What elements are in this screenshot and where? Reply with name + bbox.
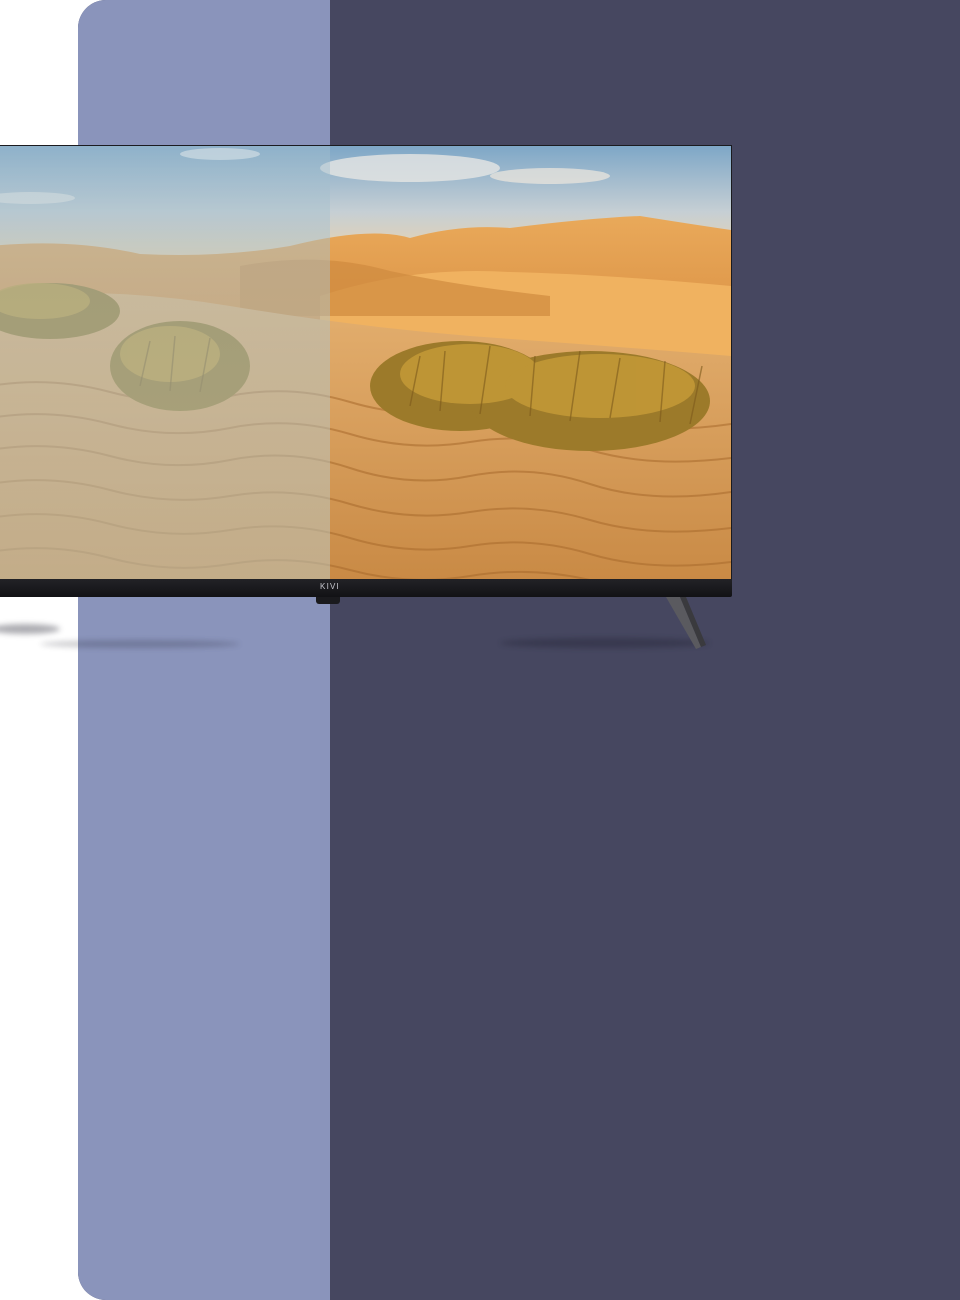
tv-stand-foot xyxy=(666,597,706,649)
desert-dunes-image xyxy=(0,146,731,580)
tv-brand-logo: KIVI xyxy=(320,582,340,591)
tv-set: KIVI xyxy=(0,145,732,665)
tv-remote-sensor xyxy=(316,597,340,604)
tv-bezel xyxy=(0,579,732,597)
tv-screen xyxy=(0,145,732,580)
